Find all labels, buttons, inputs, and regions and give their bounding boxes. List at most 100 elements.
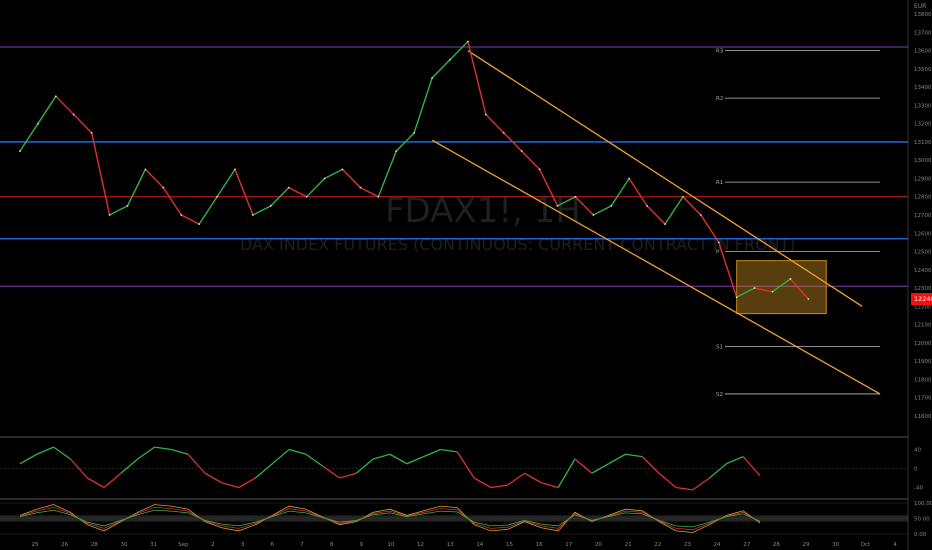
oscillator-tick-100: 100.00 — [914, 501, 932, 507]
price-point-24 — [449, 58, 451, 61]
time-tick-16: 15 — [506, 542, 513, 548]
time-tick-1: 26 — [61, 542, 68, 548]
momentum-tick--40: -40 — [914, 486, 923, 492]
price-point-28 — [520, 150, 523, 152]
price-point-44 — [807, 298, 810, 300]
price-tick-13600: 13600 — [914, 49, 932, 55]
price-point-29 — [538, 168, 541, 171]
price-point-20 — [377, 195, 380, 198]
price-tick-12100: 12100 — [914, 323, 932, 329]
price-point-41 — [753, 287, 756, 289]
price-point-36 — [664, 223, 666, 226]
price-tick-13100: 13100 — [914, 140, 932, 146]
price-tick-13200: 13200 — [914, 122, 932, 128]
momentum-tick-40: 40 — [914, 448, 921, 454]
time-tick-15: 14 — [476, 542, 483, 548]
price-point-6 — [126, 204, 129, 207]
price-tick-12000: 12000 — [914, 341, 932, 347]
price-tick-12400: 12400 — [914, 268, 932, 274]
price-point-10 — [198, 223, 201, 226]
price-tick-12800: 12800 — [914, 195, 932, 201]
pivot-label-R3: R3 — [716, 49, 724, 55]
price-point-14 — [269, 204, 272, 207]
time-tick-24: 27 — [743, 542, 750, 548]
price-point-25 — [467, 40, 469, 43]
price-point-31 — [574, 195, 577, 198]
price-point-7 — [144, 168, 147, 171]
price-point-26 — [484, 113, 487, 116]
price-point-33 — [610, 204, 613, 207]
price-tick-12700: 12700 — [914, 213, 932, 219]
time-tick-12: 10 — [387, 542, 394, 548]
time-tick-7: 3 — [241, 542, 245, 548]
price-point-23 — [431, 77, 433, 79]
time-tick-9: 7 — [300, 542, 304, 548]
price-point-34 — [628, 177, 631, 180]
price-point-30 — [556, 204, 559, 207]
pivot-label-S2: S2 — [716, 392, 723, 398]
consolidation-box-layer — [736, 260, 827, 315]
price-tick-13700: 13700 — [914, 30, 932, 36]
oscillator-tick-0: 0.00 — [914, 532, 927, 538]
price-point-5 — [108, 214, 111, 216]
price-point-17 — [323, 177, 326, 180]
time-tick-11: 9 — [359, 542, 363, 548]
time-tick-8: 6 — [270, 542, 274, 548]
price-tick-11600: 11600 — [914, 414, 932, 420]
price-point-39 — [717, 241, 720, 244]
price-point-32 — [592, 214, 595, 216]
watermark-description: DAX INDEX FUTURES (CONTINUOUS: CURRENT C… — [240, 235, 796, 254]
time-tick-3: 30 — [120, 542, 127, 548]
price-tick-13300: 13300 — [914, 103, 932, 109]
time-tick-23: 24 — [714, 542, 721, 548]
price-tick-13500: 13500 — [914, 67, 932, 73]
price-tick-11700: 11700 — [914, 396, 932, 402]
price-point-4 — [90, 131, 93, 134]
price-tick-12300: 12300 — [914, 286, 932, 292]
price-point-16 — [305, 195, 308, 198]
price-point-42 — [771, 290, 774, 293]
price-point-15 — [287, 186, 290, 189]
price-point-21 — [395, 150, 398, 152]
price-tick-11800: 11800 — [914, 377, 932, 383]
chart[interactable]: FDAX1!, 1H DAX INDEX FUTURES (CONTINUOUS… — [0, 0, 932, 550]
price-point-43 — [789, 278, 792, 280]
price-point-2 — [54, 95, 57, 98]
time-tick-5: Sep — [178, 542, 189, 548]
time-tick-2: 28 — [91, 542, 98, 548]
price-point-40 — [735, 296, 738, 299]
price-point-0 — [19, 150, 21, 152]
pivot-label-R1: R1 — [716, 180, 723, 186]
time-tick-19: 20 — [595, 542, 602, 548]
time-tick-18: 17 — [565, 542, 572, 548]
price-point-27 — [502, 131, 505, 134]
price-point-11 — [216, 195, 218, 198]
price-point-35 — [646, 204, 648, 207]
pivot-label-R2: R2 — [716, 96, 723, 102]
price-point-18 — [341, 168, 344, 171]
time-tick-13: 12 — [417, 542, 424, 548]
price-point-37 — [682, 195, 684, 198]
time-tick-17: 16 — [536, 542, 543, 548]
time-tick-4: 31 — [150, 542, 157, 548]
price-point-1 — [37, 122, 39, 125]
oscillator-tick-50: 50.00 — [914, 517, 930, 523]
price-point-3 — [72, 113, 75, 116]
time-tick-6: 2 — [211, 542, 215, 548]
price-tick-12900: 12900 — [914, 176, 932, 182]
price-point-12 — [234, 168, 236, 171]
last-price-value: 12240 — [914, 295, 932, 303]
time-tick-25: 28 — [773, 542, 780, 548]
currency-label: EUR — [914, 3, 926, 10]
price-tick-11900: 11900 — [914, 359, 932, 365]
price-point-38 — [699, 214, 702, 216]
price-tick-13400: 13400 — [914, 85, 932, 91]
consolidation-box — [736, 260, 827, 315]
price-point-13 — [252, 214, 254, 216]
price-point-9 — [180, 214, 183, 216]
time-tick-20: 21 — [625, 542, 632, 548]
price-point-8 — [162, 186, 165, 189]
price-point-22 — [413, 131, 416, 134]
time-tick-27: 30 — [832, 542, 839, 548]
time-tick-10: 8 — [330, 542, 334, 548]
